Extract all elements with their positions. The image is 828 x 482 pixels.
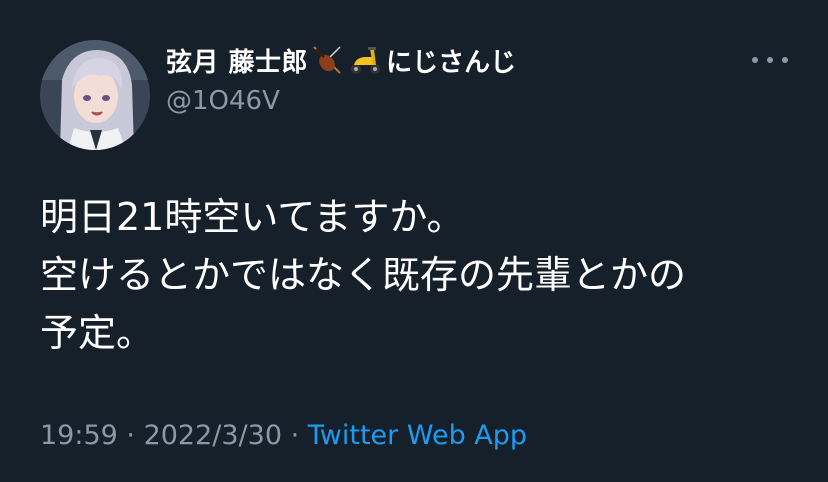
author-name-row[interactable]: 弦月 藤士郎 にじさんじ xyxy=(166,42,516,78)
avatar-image xyxy=(40,40,150,150)
meta-separator: · xyxy=(117,420,144,451)
avatar[interactable] xyxy=(40,40,150,150)
more-horizontal-icon-dot xyxy=(767,57,773,63)
tweet-source-link[interactable]: Twitter Web App xyxy=(308,420,527,451)
tweet-date[interactable]: 2022/3/30 xyxy=(144,420,282,451)
affiliation: にじさんじ xyxy=(386,47,517,78)
tweet: 弦月 藤士郎 にじさんじ @1O46V 明日21時空いてますか。 空けるとかでは… xyxy=(0,0,828,482)
more-options-button[interactable] xyxy=(752,48,788,72)
violin-icon xyxy=(310,43,344,77)
tweet-time[interactable]: 19:59 xyxy=(40,420,118,451)
tweet-text-line: 空けるとかではなく既存の先輩とかの xyxy=(40,253,687,297)
tweet-meta: 19:59 · 2022/3/30 · Twitter Web App xyxy=(40,420,527,451)
more-horizontal-icon-dot xyxy=(782,57,788,63)
tweet-text: 明日21時空いてますか。 空けるとかではなく既存の先輩とかの 予定。 xyxy=(40,188,800,362)
scooter-icon xyxy=(348,43,382,77)
tweet-text-line: 明日21時空いてますか。 xyxy=(40,195,465,239)
user-handle[interactable]: @1O46V xyxy=(166,86,280,116)
meta-separator: · xyxy=(282,420,308,451)
more-horizontal-icon xyxy=(752,57,758,63)
tweet-text-line: 予定。 xyxy=(40,311,155,355)
display-name[interactable]: 弦月 藤士郎 xyxy=(166,42,308,79)
